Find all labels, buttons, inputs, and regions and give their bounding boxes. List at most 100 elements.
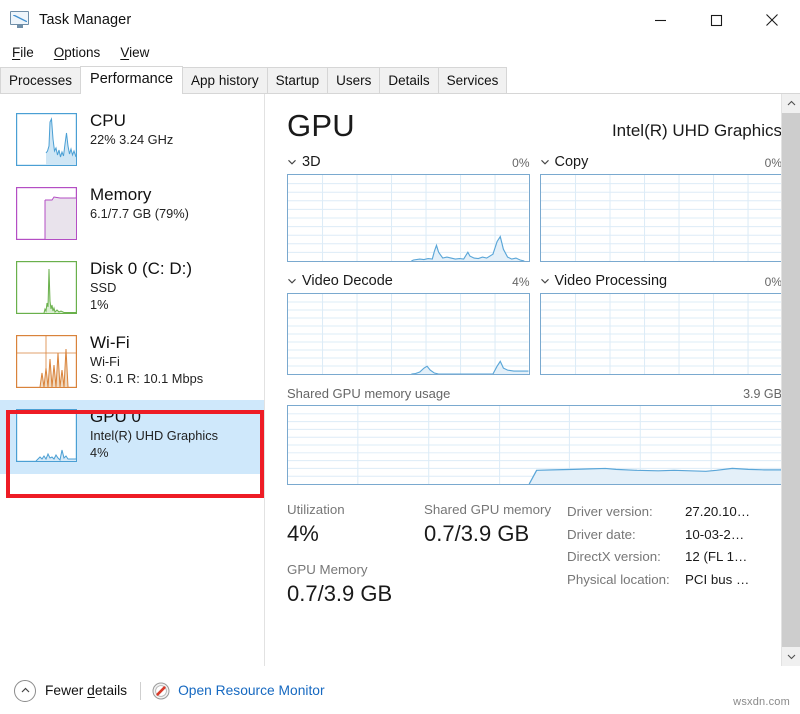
fewer-details-label: Fewer details — [45, 683, 127, 698]
gpu-thumbnail-graph — [16, 409, 77, 462]
menu-view[interactable]: View — [110, 43, 159, 62]
sidebar-item-disk-type: SSD — [90, 279, 192, 296]
sidebar-item-gpu[interactable]: GPU 0 Intel(R) UHD Graphics 4% — [0, 400, 264, 474]
engine-name-video-processing: Video Processing — [555, 273, 668, 289]
vertical-scrollbar[interactable] — [781, 94, 800, 666]
info-value-driver-date: 10-03-2… — [685, 524, 744, 547]
tab-processes[interactable]: Processes — [0, 67, 81, 93]
scroll-down-arrow-icon[interactable] — [782, 647, 800, 666]
sidebar-item-memory[interactable]: Memory 6.1/7.7 GB (79%) — [0, 178, 264, 252]
stats-left-column: Utilization 4% Shared GPU memory 0.7/3.9… — [287, 501, 562, 621]
info-value-driver-version: 27.20.10… — [685, 501, 750, 524]
stat-utilization-label: Utilization — [287, 501, 424, 519]
chevron-down-icon[interactable] — [540, 276, 550, 286]
menu-bar: FFileile Options View — [0, 39, 800, 65]
info-value-directx-version: 12 (FL 1… — [685, 546, 747, 569]
stat-gpu-memory-label: GPU Memory — [287, 561, 424, 579]
status-bar: Fewer details Open Resource Monitor wsxd… — [0, 666, 800, 714]
engine-value-video-processing: 0% — [765, 275, 782, 289]
sidebar-item-cpu-name: CPU — [90, 110, 173, 131]
stat-gpu-memory-value: 0.7/3.9 GB — [287, 579, 424, 608]
shared-memory-label: Shared GPU memory usage — [287, 386, 450, 401]
info-label-driver-version: Driver version: — [567, 501, 685, 524]
tab-services[interactable]: Services — [438, 67, 508, 93]
fewer-details-button[interactable]: Fewer details — [14, 680, 127, 702]
stat-utilization-value: 4% — [287, 519, 424, 548]
chevron-down-icon[interactable] — [287, 157, 297, 167]
graph-shared-gpu-memory — [287, 405, 782, 485]
content-area: CPU 22% 3.24 GHz Memory 6.1/7.7 GB (79%) — [0, 94, 800, 666]
shared-memory-header: Shared GPU memory usage 3.9 GB — [287, 386, 782, 401]
sidebar-item-gpu-name: GPU 0 — [90, 406, 218, 427]
tab-performance[interactable]: Performance — [80, 66, 183, 94]
open-resource-monitor-link[interactable]: Open Resource Monitor — [152, 682, 324, 700]
sidebar-item-memory-name: Memory — [90, 184, 189, 205]
tab-startup[interactable]: Startup — [267, 67, 329, 93]
maximize-button[interactable] — [688, 0, 744, 40]
stats-area: Utilization 4% Shared GPU memory 0.7/3.9… — [287, 501, 782, 621]
sidebar-item-wifi-name: Wi-Fi — [90, 332, 203, 353]
graph-video-processing — [540, 293, 783, 375]
chevron-up-circle-icon — [14, 680, 36, 702]
sidebar-item-wifi[interactable]: Wi-Fi Wi-Fi S: 0.1 R: 10.1 Mbps — [0, 326, 264, 400]
wifi-thumbnail-graph — [16, 335, 77, 388]
engine-cell-video-decode: Video Decode 4% — [287, 273, 530, 375]
sidebar-item-memory-detail: 6.1/7.7 GB (79%) — [90, 205, 189, 222]
info-value-physical-location: PCI bus … — [685, 569, 749, 592]
cpu-thumbnail-graph — [16, 113, 77, 166]
stat-shared-gpu-memory-label: Shared GPU memory — [424, 501, 561, 519]
tab-users[interactable]: Users — [327, 67, 380, 93]
engine-name-video-decode: Video Decode — [302, 273, 393, 289]
sidebar-item-disk-name: Disk 0 (C: D:) — [90, 258, 192, 279]
stat-shared-gpu-memory: Shared GPU memory 0.7/3.9 GB — [424, 501, 561, 548]
sidebar-item-disk-usage: 1% — [90, 296, 192, 313]
engine-name-3d: 3D — [302, 154, 321, 170]
sidebar-item-cpu-detail: 22% 3.24 GHz — [90, 131, 173, 148]
sidebar-item-wifi-throughput: S: 0.1 R: 10.1 Mbps — [90, 370, 203, 387]
info-row-driver-date: Driver date: 10-03-2… — [567, 524, 782, 547]
menu-options[interactable]: Options — [44, 43, 111, 62]
window-controls — [632, 0, 800, 40]
minimize-button[interactable] — [632, 0, 688, 40]
engine-cell-video-processing: Video Processing 0% — [540, 273, 783, 375]
open-resource-monitor-label: Open Resource Monitor — [178, 683, 324, 698]
chevron-down-icon[interactable] — [540, 157, 550, 167]
window-title: Task Manager — [39, 12, 131, 28]
engine-graph-row-1: 3D 0% — [287, 154, 782, 262]
disk-thumbnail-graph — [16, 261, 77, 314]
gpu-model-label: Intel(R) UHD Graphics — [612, 121, 782, 141]
info-row-driver-version: Driver version: 27.20.10… — [567, 501, 782, 524]
sidebar-item-cpu[interactable]: CPU 22% 3.24 GHz — [0, 104, 264, 178]
engine-cell-copy: Copy 0% — [540, 154, 783, 262]
graph-3d — [287, 174, 530, 262]
chevron-down-icon[interactable] — [287, 276, 297, 286]
scroll-up-arrow-icon[interactable] — [782, 94, 800, 113]
task-manager-icon — [10, 11, 30, 29]
sidebar-item-wifi-adapter: Wi-Fi — [90, 353, 203, 370]
sidebar-item-disk[interactable]: Disk 0 (C: D:) SSD 1% — [0, 252, 264, 326]
memory-thumbnail-graph — [16, 187, 77, 240]
tab-strip: Processes Performance App history Startu… — [0, 66, 800, 94]
tab-app-history[interactable]: App history — [182, 67, 268, 93]
engine-value-copy: 0% — [765, 156, 782, 170]
shared-memory-max: 3.9 GB — [743, 387, 782, 401]
resource-sidebar: CPU 22% 3.24 GHz Memory 6.1/7.7 GB (79%) — [0, 94, 265, 666]
footer-divider — [140, 682, 141, 700]
engine-value-video-decode: 4% — [512, 275, 529, 289]
info-label-driver-date: Driver date: — [567, 524, 685, 547]
stat-gpu-memory: GPU Memory 0.7/3.9 GB — [287, 561, 424, 608]
menu-file[interactable]: FFileile — [2, 43, 44, 62]
scrollbar-thumb[interactable] — [782, 113, 800, 647]
stat-shared-gpu-memory-value: 0.7/3.9 GB — [424, 519, 561, 548]
info-row-directx-version: DirectX version: 12 (FL 1… — [567, 546, 782, 569]
engine-graph-row-2: Video Decode 4% — [287, 273, 782, 375]
resource-monitor-icon — [152, 682, 170, 700]
close-button[interactable] — [744, 0, 800, 40]
info-label-physical-location: Physical location: — [567, 569, 685, 592]
panel-header: GPU Intel(R) UHD Graphics — [287, 108, 782, 144]
tab-details[interactable]: Details — [379, 67, 438, 93]
stat-utilization: Utilization 4% — [287, 501, 424, 548]
watermark: wsxdn.com — [733, 696, 790, 708]
graph-video-decode — [287, 293, 530, 375]
engine-name-copy: Copy — [555, 154, 589, 170]
